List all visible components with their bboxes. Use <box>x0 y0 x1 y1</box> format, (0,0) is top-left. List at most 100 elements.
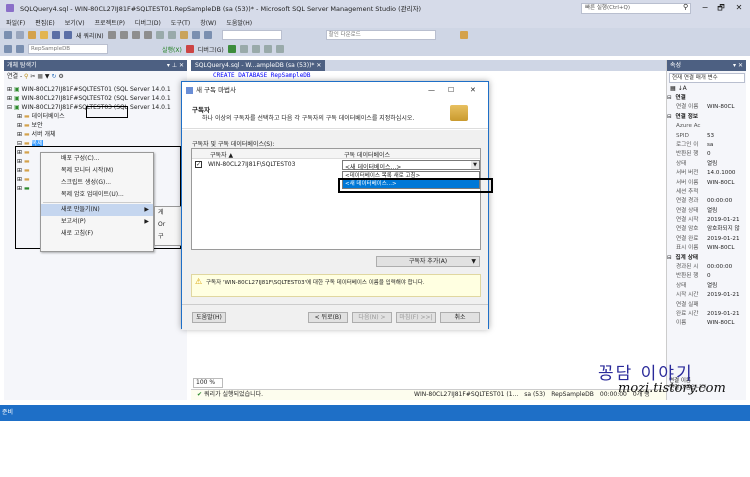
menu-view[interactable]: 보기(V) <box>65 18 85 27</box>
properties-object-combo[interactable]: 현재 연결 매개 변수 <box>669 73 745 83</box>
comment-icon[interactable] <box>263 45 272 53</box>
minimize-button[interactable]: — <box>428 82 435 99</box>
debug-button[interactable]: 디버그(G) <box>198 45 224 54</box>
refresh-icon[interactable]: ↻ <box>51 73 56 80</box>
activity-monitor-icon[interactable]: ⚙ <box>58 73 63 80</box>
zoom-combo[interactable]: 100 % <box>193 378 223 388</box>
expand-icon[interactable]: ⊞ <box>17 131 22 138</box>
menu-file[interactable]: 파일(F) <box>6 18 25 27</box>
menu-window[interactable]: 창(W) <box>200 18 216 27</box>
property-row[interactable]: 연결 완료 2019-01-21 <box>667 235 746 244</box>
pin-icon[interactable]: ▾ ⊥ ✕ <box>167 60 184 71</box>
results-grid-icon[interactable] <box>239 45 248 53</box>
save-icon[interactable] <box>52 31 60 39</box>
new-project-icon[interactable] <box>28 31 36 39</box>
menu-item-update-password[interactable]: 복제 암호 업데이트(U)... <box>41 189 153 201</box>
next-button[interactable]: 다음(N) > <box>352 312 392 323</box>
menu-help[interactable]: 도움말(H) <box>226 18 252 27</box>
property-row[interactable]: SPID 53 <box>667 132 746 141</box>
disconnect-icon[interactable]: ✂ <box>30 73 35 80</box>
forward-icon[interactable] <box>16 31 24 39</box>
menu-debug[interactable]: 디버그(D) <box>135 18 161 27</box>
maximize-button[interactable]: ☐ <box>448 82 454 99</box>
paste-icon[interactable] <box>179 31 188 39</box>
code-line[interactable]: CREATE DATABASE RepSampleDB <box>191 71 666 79</box>
cut-icon[interactable] <box>155 31 164 39</box>
property-row[interactable]: 상태 열림 <box>667 160 746 169</box>
find-combo[interactable]: 할인 다운로드 <box>325 30 436 40</box>
finish-button[interactable]: 마침(F) >>| <box>396 312 436 323</box>
database-select[interactable]: <새 데이터베이스...> ▼ <box>342 160 480 171</box>
property-row[interactable]: 연결 이름 WIN-80CL <box>667 103 746 112</box>
quick-launch-input[interactable]: 빠른 실행(Ctrl+Q) <box>581 3 691 14</box>
property-row[interactable]: 시작 시간 2019-01-21 <box>667 291 746 300</box>
menu-item-refresh[interactable]: 새로 고침(F) <box>41 228 153 240</box>
property-row[interactable]: 상태 열림 <box>667 282 746 291</box>
connect-button[interactable]: 연결 - <box>7 73 22 80</box>
undo-icon[interactable] <box>191 31 200 39</box>
uncomment-icon[interactable] <box>275 45 284 53</box>
find-icon[interactable] <box>459 31 468 39</box>
db-engine-query-icon[interactable] <box>107 31 116 39</box>
property-row[interactable]: 이름 WIN-80CL <box>667 319 746 328</box>
property-row[interactable]: 반환된 행 0 <box>667 150 746 159</box>
property-row[interactable]: 서버 이름 WIN-80CL <box>667 179 746 188</box>
tree-node-server-objects[interactable]: ⊞ ▬ 서버 개체 <box>7 130 187 139</box>
submenu-item-3[interactable]: 구 <box>155 231 181 243</box>
expand-icon[interactable]: ⊞ <box>7 86 12 93</box>
maximize-button[interactable]: 🗗 <box>714 2 728 13</box>
alphabetical-icon[interactable]: ↓A <box>678 85 687 92</box>
results-text-icon[interactable] <box>251 45 260 53</box>
tab-sqlquery4[interactable]: SQLQuery4.sql - W...ampleDB (sa (53))* ✕ <box>191 60 326 71</box>
mdx-query-icon[interactable] <box>119 31 128 39</box>
filter-icon[interactable]: ▼ <box>45 73 50 80</box>
menu-item-new[interactable]: 새로 만들기(N) ▶ <box>41 204 153 216</box>
menu-item-reports[interactable]: 보고서(P) ▶ <box>41 216 153 228</box>
close-button[interactable]: ✕ <box>470 82 476 99</box>
back-button[interactable]: < 뒤로(B) <box>308 312 348 323</box>
submenu-item-1[interactable]: 게 <box>155 207 181 219</box>
redo-icon[interactable] <box>203 31 212 39</box>
database-combo[interactable]: RepSampleDB <box>28 44 108 54</box>
property-row[interactable]: 연결 상태 열림 <box>667 207 746 216</box>
chevron-down-icon[interactable]: ▼ <box>471 161 479 169</box>
property-row[interactable]: 연결 암호 암호화되지 않 <box>667 225 746 234</box>
parse-icon[interactable] <box>227 45 236 53</box>
xmla-query-icon[interactable] <box>143 31 152 39</box>
menu-edit[interactable]: 편집(E) <box>35 18 55 27</box>
property-row[interactable]: 세션 추적 <box>667 188 746 197</box>
property-row[interactable]: 서버 버전 14.0.1000 <box>667 169 746 178</box>
property-row[interactable]: 반환된 행 0 <box>667 272 746 281</box>
close-button[interactable]: ✕ <box>732 2 746 13</box>
save-all-icon[interactable] <box>64 31 72 39</box>
stop-icon[interactable]: ■ <box>37 73 43 80</box>
categorized-icon[interactable]: ▦ <box>670 85 676 92</box>
tree-node-security[interactable]: ⊞ ▬ 보안 <box>7 121 187 130</box>
copy-icon[interactable] <box>167 31 176 39</box>
col-database[interactable]: 구독 데이터베이스 <box>344 150 390 159</box>
connect-icon[interactable] <box>4 45 12 53</box>
tree-node-server-2[interactable]: ⊞ ▣ WIN-80CL27IJ81F#SQLTEST02 (SQL Serve… <box>7 94 187 103</box>
menu-item-generate-scripts[interactable]: 스크립트 생성(G)... <box>41 177 153 189</box>
menu-item-launch-monitor[interactable]: 복제 모니터 시작(M) <box>41 165 153 177</box>
add-subscriber-button[interactable]: 구독자 추가(A) ▼ <box>376 256 480 267</box>
property-row[interactable]: 완료 시간 2019-01-21 <box>667 310 746 319</box>
col-subscriber[interactable]: 구독자 ▲ <box>210 150 233 159</box>
expand-icon[interactable]: ⊞ <box>17 122 22 129</box>
collapse-icon[interactable]: ⊟ <box>7 104 12 111</box>
submenu-item-2[interactable]: Or <box>155 219 181 231</box>
property-row[interactable]: 로그인 이 sa <box>667 141 746 150</box>
solution-config-combo[interactable] <box>221 30 282 40</box>
back-icon[interactable] <box>4 31 12 39</box>
execute-button[interactable]: 실행(X) <box>162 45 182 54</box>
stop-icon[interactable] <box>185 45 194 53</box>
expand-icon[interactable]: ⊞ <box>17 113 22 120</box>
open-icon[interactable] <box>40 31 48 39</box>
property-row[interactable]: 연결 경과 00:00:00 <box>667 197 746 206</box>
tree-node-server-1[interactable]: ⊞ ▣ WIN-80CL27IJ81F#SQLTEST01 (SQL Serve… <box>7 85 187 94</box>
minimize-button[interactable]: − <box>698 2 712 13</box>
menu-tools[interactable]: 도구(T) <box>171 18 190 27</box>
help-button[interactable]: 도움말(H) <box>192 312 226 323</box>
subscriber-checkbox[interactable]: ✓ <box>195 161 202 168</box>
connect-icon[interactable]: ⚲ <box>24 73 28 80</box>
